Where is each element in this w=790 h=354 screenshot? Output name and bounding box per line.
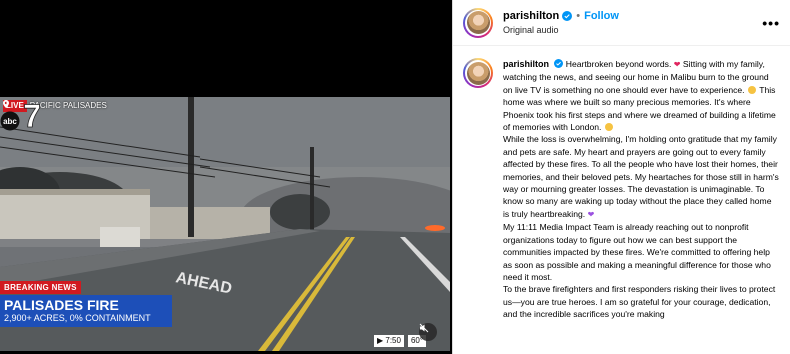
time-temperature-bar: ▶ 7:50 60° [374, 335, 427, 347]
verified-icon [562, 11, 573, 21]
post-header: parishilton • Follow Original audio ••• [453, 0, 790, 46]
purple-heart-emoji: ❤ [587, 209, 595, 219]
caption-username[interactable]: parishilton [503, 59, 549, 69]
instagram-post-view: AHEAD LIVE PACIFIC PALISADES BREAKING NE… [0, 0, 790, 354]
breaking-news-label: BREAKING NEWS [0, 281, 81, 294]
caption-p3: My 11:11 Media Impact Team is already re… [503, 222, 771, 282]
news-video[interactable]: AHEAD LIVE PACIFIC PALISADES BREAKING NE… [0, 97, 450, 351]
sad-emoji [747, 85, 756, 94]
separator-dot: • [576, 10, 581, 22]
crying-emoji [604, 123, 613, 132]
caption-p1a: Heartbroken beyond words. [565, 59, 672, 69]
verified-icon [554, 59, 564, 68]
caption-p2: While the loss is overwhelming, I'm hold… [503, 134, 779, 219]
post-caption: parishilton Heartbroken beyond words. ❤ … [453, 46, 790, 321]
audio-link[interactable]: Original audio [503, 24, 762, 36]
more-options-icon[interactable]: ••• [762, 15, 780, 31]
time-display: ▶ 7:50 [374, 335, 404, 347]
headline-box: PALISADES FIRE 2,900+ ACRES, 0% CONTAINM… [0, 295, 172, 327]
follow-button[interactable]: Follow [584, 9, 619, 23]
post-details-panel: parishilton • Follow Original audio ••• … [452, 0, 790, 354]
caption-avatar[interactable] [463, 58, 493, 88]
svg-text:7: 7 [23, 98, 41, 131]
caption-p4: To the brave firefighters and first resp… [503, 284, 776, 320]
news-headline: PALISADES FIRE [4, 297, 119, 313]
broken-heart-emoji: ❤ [673, 60, 681, 69]
mute-icon [419, 323, 429, 333]
mute-button[interactable] [419, 323, 437, 341]
post-media[interactable]: AHEAD LIVE PACIFIC PALISADES BREAKING NE… [0, 0, 452, 354]
svg-text:abc: abc [3, 117, 17, 126]
news-subline: 2,900+ ACRES, 0% CONTAINMENT [4, 313, 151, 323]
avatar[interactable] [463, 7, 493, 38]
abc7-logo: abc 7 [0, 98, 41, 131]
news-lower-third: BREAKING NEWS PALISADES FIRE 2,900+ ACRE… [0, 277, 260, 327]
username-link[interactable]: parishilton [503, 9, 559, 23]
caption-text: parishilton Heartbroken beyond words. ❤ … [503, 58, 779, 321]
